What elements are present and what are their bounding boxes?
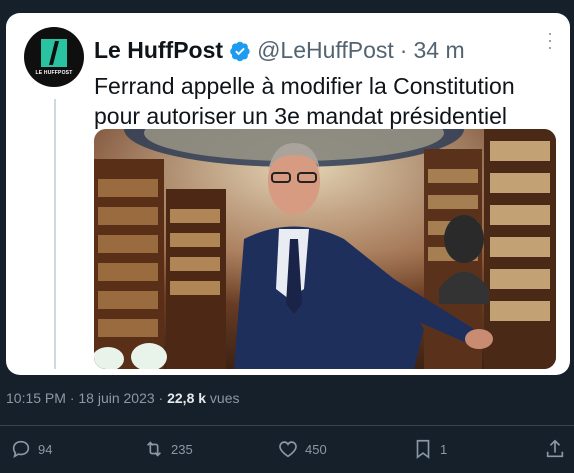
verified-badge-icon [229,40,251,62]
reply-count: 94 [38,441,53,457]
bookmark-icon [416,439,430,459]
more-options-icon[interactable]: ··· [541,31,561,52]
header-separator: · [399,37,408,63]
repost-count: 235 [171,441,193,457]
share-icon [546,439,564,458]
divider [0,425,574,426]
views-count: 22,8 k [167,390,207,406]
action-bar: 94 235 450 1 [0,438,574,466]
like-count: 450 [305,441,327,457]
views-label: vues [206,390,240,406]
reply-icon [12,440,30,459]
author-handle[interactable]: @LeHuffPost [257,37,394,64]
share-button[interactable] [544,438,572,460]
avatar[interactable]: LE HUFFPOST [24,27,84,87]
tweet-header: Le HuffPost @LeHuffPost · 34 m [94,37,465,64]
huffpost-logo-icon [41,38,67,67]
library-portrait-photo [94,129,556,369]
bookmark-button[interactable]: 1 [412,438,447,460]
tweet-text: Ferrand appelle à modifier la Constituti… [94,73,515,129]
avatar-brand-text: LE HUFFPOST [35,69,73,76]
like-icon [279,441,297,458]
reply-button[interactable]: 94 [10,438,52,460]
author-name[interactable]: Le HuffPost [94,37,223,64]
bookmark-count: 1 [440,441,448,457]
repost-button[interactable]: 235 [143,438,193,460]
like-button[interactable]: 450 [277,438,327,460]
repost-icon [146,441,162,457]
tweet-photo[interactable] [94,129,556,369]
time-ago[interactable]: 34 m [413,37,464,64]
tweet-meta: 10:15 PM · 18 juin 2023 · 22,8 k vues [6,390,240,406]
timestamp[interactable]: 10:15 PM · 18 juin 2023 · [6,390,167,406]
quoted-tweet-card[interactable]: LE HUFFPOST Le HuffPost @LeHuffPost · 34… [6,13,570,375]
thread-line [54,99,56,369]
